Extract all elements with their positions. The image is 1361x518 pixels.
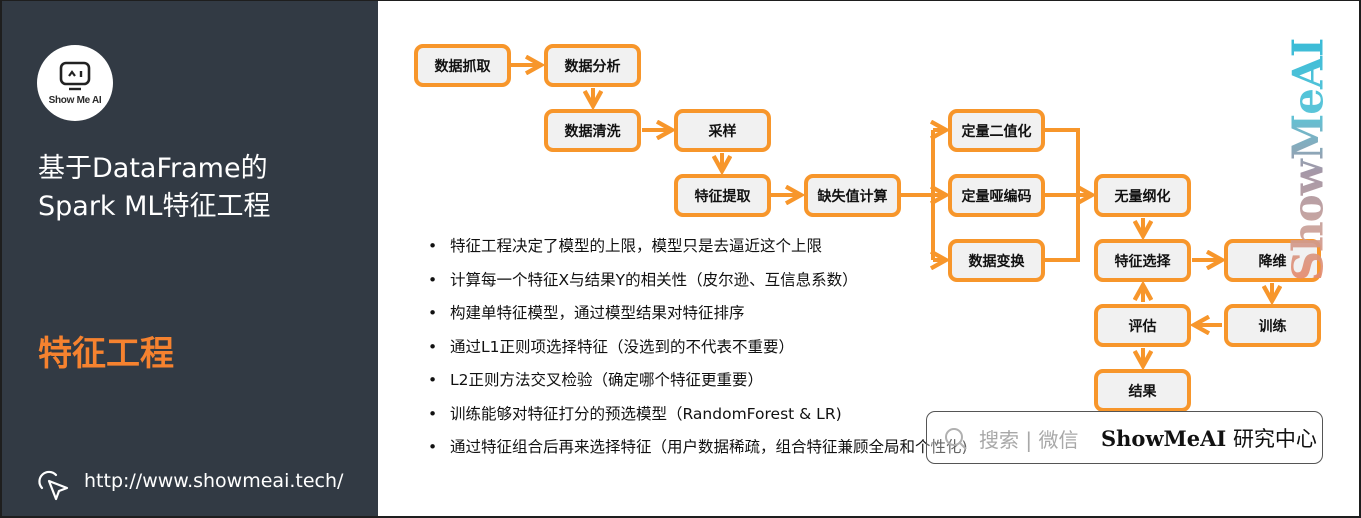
slide-border [0, 0, 1361, 518]
